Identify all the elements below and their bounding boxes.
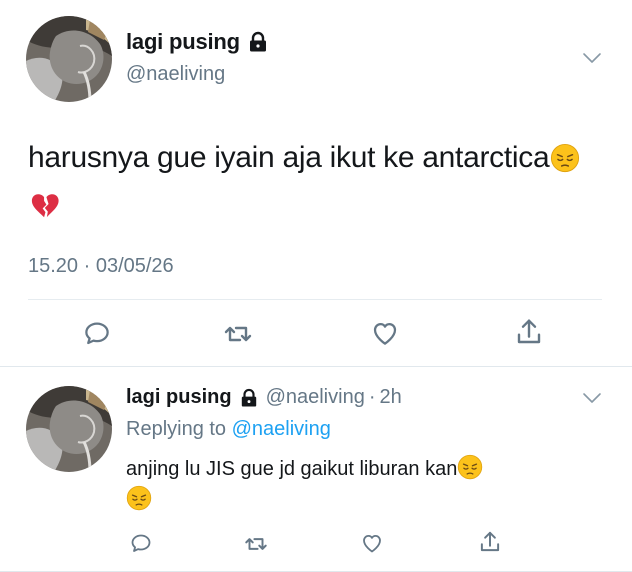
display-name[interactable]: lagi pusing [126, 29, 268, 55]
share-icon[interactable] [513, 316, 545, 348]
replying-to-link[interactable]: @naeliving [232, 418, 331, 440]
user-handle[interactable]: @naeliving [126, 63, 225, 86]
display-name[interactable]: lagi pusing [126, 386, 232, 409]
replying-to: Replying to @naeliving [126, 418, 331, 441]
relative-time[interactable]: 2h [379, 386, 401, 409]
chevron-down-icon[interactable] [582, 52, 602, 64]
retweet-icon[interactable] [243, 531, 269, 557]
reply-icon[interactable] [129, 531, 153, 555]
tweet-text: harusnya gue iyain aja ikut ke antarctic… [28, 134, 608, 230]
like-icon[interactable] [370, 318, 400, 348]
divider [28, 299, 602, 300]
reply-icon[interactable] [82, 318, 112, 348]
pensive-face-emoji [550, 143, 580, 173]
reply-header: lagi pusing @naeliving · 2h [126, 386, 402, 409]
reply-body: anjing lu JIS gue jd gaikut liburan kan [126, 458, 458, 480]
share-icon[interactable] [477, 529, 503, 555]
avatar[interactable] [26, 386, 112, 472]
separator-dot: · [368, 386, 376, 408]
lock-icon [248, 31, 268, 53]
main-tweet: lagi pusing @naeliving harusnya gue iyai… [0, 0, 632, 366]
avatar[interactable] [26, 16, 112, 102]
retweet-icon[interactable] [222, 318, 254, 350]
timestamp[interactable]: 15.20 · 03/05/26 [28, 255, 174, 278]
lock-icon [240, 388, 258, 408]
user-handle[interactable]: @naeliving [266, 386, 365, 409]
like-icon[interactable] [360, 531, 384, 555]
pensive-face-emoji [457, 454, 483, 480]
reply-tweet: lagi pusing @naeliving · 2h Replying to … [0, 367, 632, 572]
pensive-face-emoji [126, 485, 152, 511]
chevron-down-icon[interactable] [582, 392, 602, 404]
display-name-text[interactable]: lagi pusing [126, 29, 240, 55]
replying-prefix: Replying to [126, 418, 227, 440]
broken-heart-emoji [30, 191, 60, 221]
tweet-body: harusnya gue iyain aja ikut ke antarctic… [28, 141, 550, 174]
reply-text: anjing lu JIS gue jd gaikut liburan kan [126, 454, 596, 516]
